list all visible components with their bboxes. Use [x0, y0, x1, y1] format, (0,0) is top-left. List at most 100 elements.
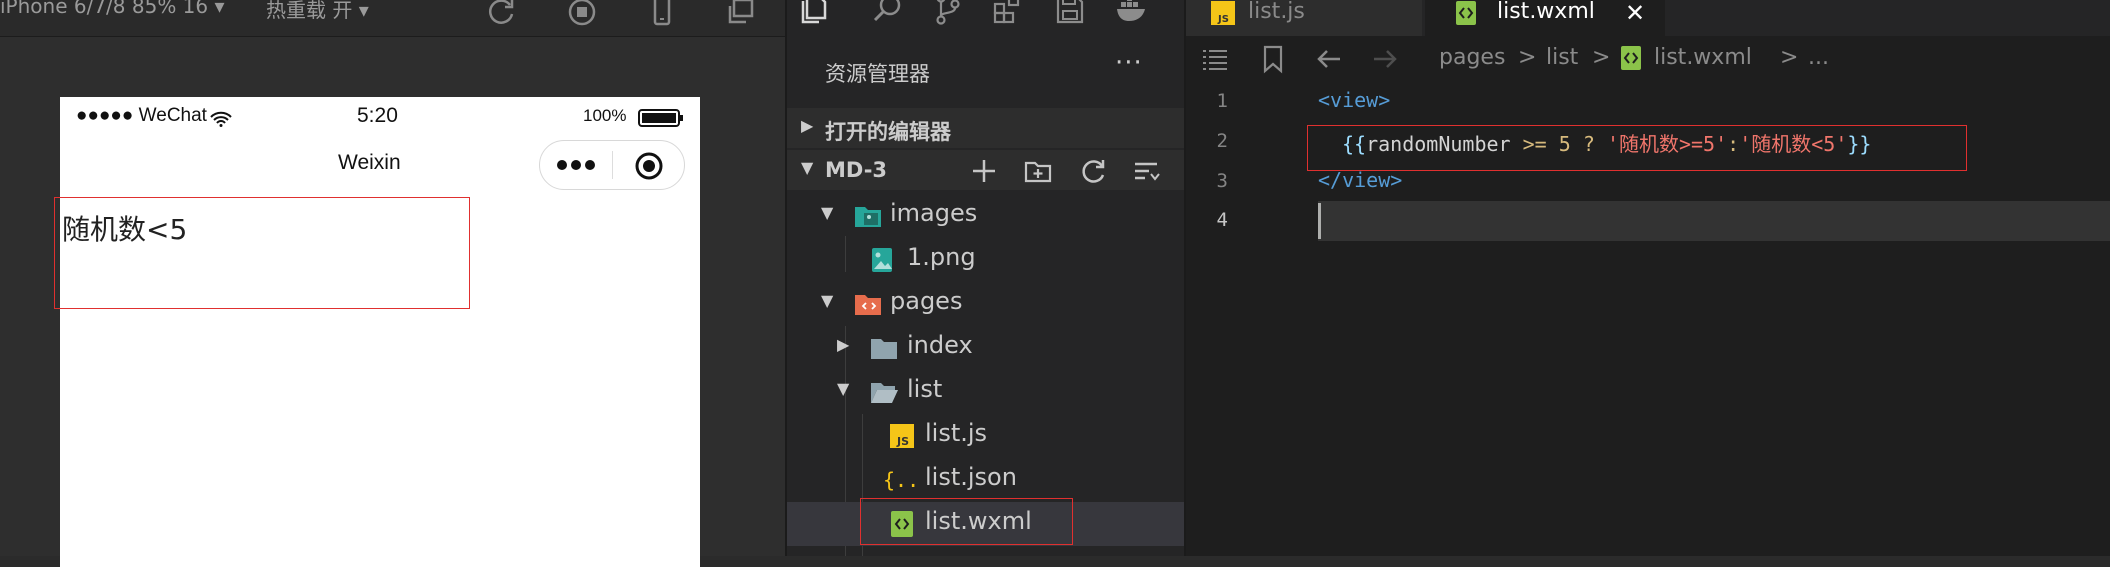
chevron-right-icon[interactable]: ▶: [837, 335, 849, 354]
line-number: 4: [1216, 209, 1228, 231]
status-time: 5:20: [357, 104, 398, 127]
explorer-panel: 资源管理器 ··· ▶ 打开的编辑器 ▼ MD-3 ▼ images 1.png…: [787, 0, 1184, 556]
code-token: <view>: [1318, 88, 1391, 112]
tab-list-js[interactable]: JS list.js: [1186, 0, 1422, 36]
source-control-icon[interactable]: [931, 0, 965, 26]
simulator-toolbar: iPhone 6/7/8 85% 16 ▾ 热重载 开 ▾: [0, 0, 785, 37]
tree-label-list-js: list.js: [925, 419, 988, 447]
nav-title: Weixin: [338, 151, 401, 174]
bookmark-icon[interactable]: [1258, 44, 1288, 74]
new-file-icon[interactable]: [969, 156, 999, 186]
pages-folder-icon: [855, 295, 881, 315]
folder-open-icon: [871, 383, 898, 403]
tree-folder-images[interactable]: ▼ images: [787, 194, 1184, 238]
battery-icon: [638, 109, 683, 127]
close-mini-program-icon[interactable]: [634, 151, 664, 181]
extensions-icon[interactable]: [991, 0, 1025, 26]
docker-icon[interactable]: [1115, 0, 1149, 26]
chevron-down-icon[interactable]: ▼: [801, 158, 813, 177]
tree-label-png: 1.png: [907, 243, 976, 271]
code-line-1[interactable]: <view>: [1318, 88, 1390, 112]
chevron-down-icon[interactable]: ▼: [837, 379, 849, 398]
chevron-right-icon[interactable]: ▶: [801, 116, 813, 135]
tree-label-pages: pages: [890, 287, 963, 315]
device-select[interactable]: iPhone 6/7/8 85% 16 ▾: [0, 0, 225, 18]
editor-toolbar: pages > list > list.wxml > ...: [1186, 36, 2110, 80]
code-line-3[interactable]: </view>: [1318, 168, 1402, 192]
more-dots-icon[interactable]: [556, 155, 596, 175]
wifi-icon: [210, 111, 232, 127]
breadcrumb-list[interactable]: list: [1546, 45, 1578, 70]
tree-folder-list[interactable]: ▼ list: [787, 370, 1184, 414]
highlight-box: [1307, 125, 1967, 171]
capsule-menu[interactable]: [539, 140, 685, 190]
folder-icon: [871, 339, 897, 359]
svg-text:{..}: {..}: [883, 468, 921, 492]
refresh-explorer-icon[interactable]: [1078, 156, 1108, 186]
tree-folder-index[interactable]: ▶ index: [787, 326, 1184, 370]
close-icon[interactable]: ✕: [1625, 0, 1645, 27]
files-icon[interactable]: [799, 0, 833, 26]
carrier-label: ●●●●● WeChat: [76, 105, 207, 126]
new-folder-icon[interactable]: [1023, 156, 1053, 186]
highlight-box: [54, 197, 470, 309]
highlight-box: [860, 498, 1073, 545]
tree-folder-pages[interactable]: ▼ pages: [787, 282, 1184, 326]
tree-file-png[interactable]: 1.png: [787, 238, 1184, 282]
line-number: 1: [1216, 90, 1228, 112]
svg-text:JS: JS: [1217, 14, 1229, 25]
back-arrow-icon[interactable]: [1314, 44, 1344, 74]
project-section[interactable]: ▼ MD-3: [787, 150, 1184, 190]
tree-file-list-js[interactable]: JS list.js: [787, 414, 1184, 458]
tree-label-list: list: [907, 375, 943, 403]
forward-arrow-icon[interactable]: [1370, 44, 1400, 74]
code-token: </view>: [1318, 168, 1403, 192]
open-editors-section[interactable]: ▶ 打开的编辑器: [787, 108, 1184, 148]
phone-screen: ●●●●● WeChat 5:20 100% Weixin 随机数<5: [60, 97, 700, 567]
status-bar: ●●●●● WeChat 5:20 100%: [60, 97, 700, 137]
breadcrumb-file[interactable]: list.wxml: [1654, 45, 1752, 70]
collapse-all-icon[interactable]: [1131, 156, 1161, 186]
line-number: 3: [1216, 170, 1228, 192]
breadcrumb-more[interactable]: ...: [1808, 45, 1829, 70]
breadcrumb-pages[interactable]: pages: [1439, 45, 1505, 70]
stop-icon[interactable]: [566, 0, 598, 28]
wxml-file-icon: [1456, 1, 1476, 25]
breadcrumb-separator: >: [1518, 45, 1537, 70]
text-cursor: [1318, 203, 1321, 239]
tree-file-list-json[interactable]: {..} list.json: [787, 458, 1184, 502]
js-file-icon: JS: [890, 424, 914, 448]
project-label: MD-3: [825, 158, 888, 182]
tab-list-wxml[interactable]: list.wxml ✕: [1425, 0, 1665, 36]
hot-reload-select[interactable]: 热重载 开 ▾: [266, 0, 369, 23]
image-file-icon: [872, 248, 892, 272]
tree-label-images: images: [890, 199, 978, 227]
tab-label: list.wxml: [1497, 0, 1595, 24]
editor-panel: JS list.js list.wxml ✕ pages > list > li…: [1186, 0, 2110, 556]
chevron-down-icon[interactable]: ▼: [821, 291, 833, 310]
refresh-icon[interactable]: [486, 0, 518, 28]
js-file-icon: JS: [1211, 1, 1235, 25]
detach-window-icon[interactable]: [724, 0, 756, 28]
breadcrumb-separator: >: [1780, 45, 1799, 70]
explorer-more-icon[interactable]: ···: [1115, 48, 1143, 78]
tree-label-list-json: list.json: [925, 463, 1017, 491]
simulator-panel: iPhone 6/7/8 85% 16 ▾ 热重载 开 ▾ ●●●●● WeCh…: [0, 0, 785, 567]
save-icon[interactable]: [1053, 0, 1087, 26]
battery-label: 100%: [583, 106, 627, 125]
line-number: 2: [1216, 130, 1228, 152]
chevron-down-icon[interactable]: ▼: [821, 203, 833, 222]
editor-tabs: JS list.js list.wxml ✕: [1186, 0, 2110, 36]
tree-label-index: index: [907, 331, 973, 359]
breadcrumb-separator: >: [1592, 45, 1611, 70]
phone-icon[interactable]: [646, 0, 678, 28]
search-icon[interactable]: [871, 0, 905, 26]
explorer-title: 资源管理器: [825, 62, 930, 86]
open-editors-label: 打开的编辑器: [825, 120, 951, 144]
svg-text:JS: JS: [896, 435, 909, 448]
activity-bar: [787, 0, 1184, 36]
current-line-highlight: [1318, 201, 2110, 241]
wxml-file-icon: [1621, 46, 1641, 70]
capsule-divider: [612, 151, 613, 179]
list-icon[interactable]: [1200, 44, 1230, 74]
